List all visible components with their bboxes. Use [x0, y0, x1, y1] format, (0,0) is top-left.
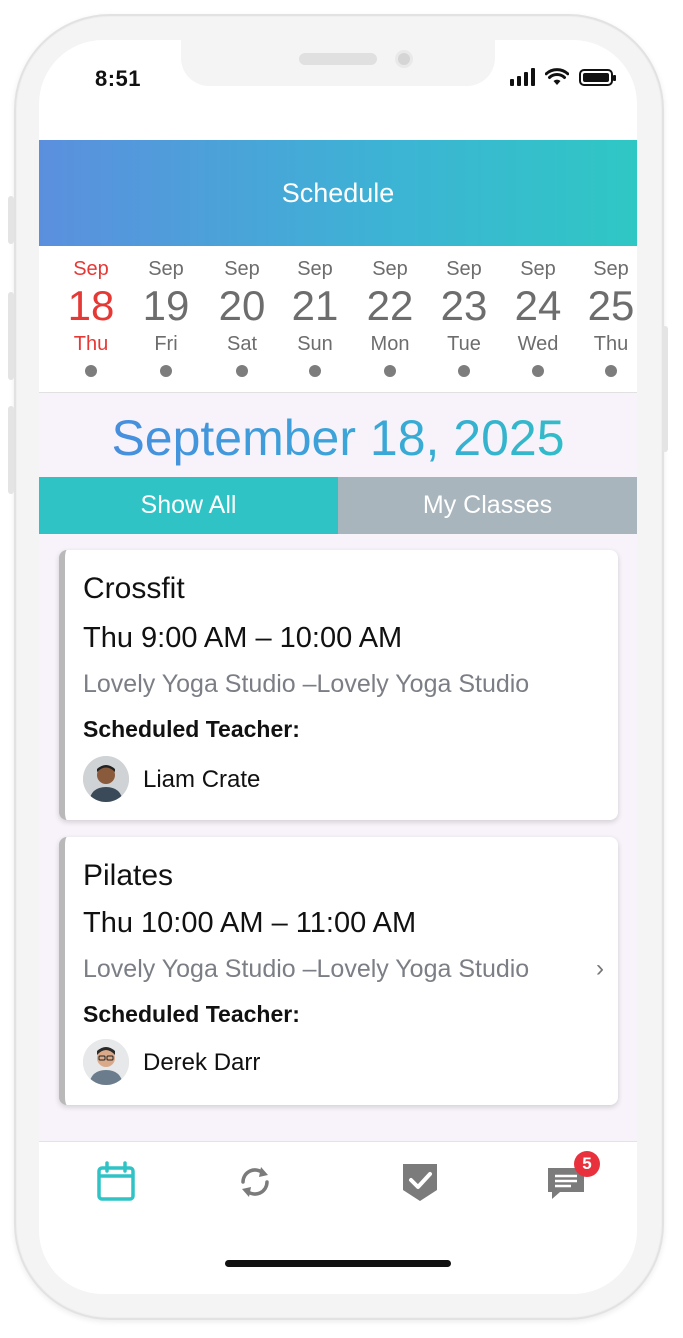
day-item[interactable]: Sep 24 Wed	[501, 258, 575, 377]
notch	[181, 40, 495, 86]
day-weekday: Fri	[154, 333, 178, 355]
event-dot	[309, 365, 321, 377]
day-weekday: Thu	[593, 333, 629, 355]
day-item[interactable]: Sep 23 Tue	[427, 258, 501, 377]
day-number: 24	[514, 282, 562, 329]
wifi-icon	[545, 68, 569, 85]
event-dot	[458, 365, 470, 377]
teacher-avatar	[83, 756, 129, 802]
class-card[interactable]: Pilates Thu 10:00 AM – 11:00 AM Lovely Y…	[59, 837, 618, 1105]
status-icons	[510, 68, 616, 86]
date-strip: Sep 18 Thu Sep 19 Fri Sep 20 Sat Sep 21 …	[39, 246, 637, 393]
signal-icon	[510, 68, 535, 86]
day-item[interactable]: Sep 20 Sat	[205, 258, 279, 377]
day-item[interactable]: Sep 21 Sun	[278, 258, 352, 377]
camera	[395, 50, 413, 68]
check-shield-icon[interactable]	[398, 1160, 442, 1204]
tab-show-all[interactable]: Show All	[39, 477, 338, 534]
day-month: Sep	[148, 258, 184, 280]
day-number: 21	[291, 282, 339, 329]
teacher-avatar	[83, 1039, 129, 1085]
day-item[interactable]: Sep 25 Thu	[574, 258, 637, 377]
app-screen: 8:51 Schedule Sep 18 Thu Sep 19 Fri Sep	[39, 40, 637, 1294]
home-indicator[interactable]	[225, 1260, 451, 1267]
event-dot	[605, 365, 617, 377]
refresh-icon[interactable]	[233, 1160, 277, 1204]
day-month: Sep	[297, 258, 333, 280]
app-header: Schedule	[39, 140, 637, 246]
calendar-icon[interactable]	[94, 1160, 138, 1204]
event-dot	[532, 365, 544, 377]
day-month: Sep	[224, 258, 260, 280]
day-weekday: Thu	[73, 333, 109, 355]
day-month: Sep	[73, 258, 109, 280]
day-month: Sep	[372, 258, 408, 280]
volume-up-button	[8, 292, 14, 380]
teacher-label: Scheduled Teacher:	[83, 716, 300, 742]
teacher-name: Liam Crate	[143, 766, 261, 793]
page-title: Schedule	[281, 177, 395, 208]
teacher-label: Scheduled Teacher:	[83, 1001, 300, 1027]
tab-my-classes[interactable]: My Classes	[338, 477, 637, 534]
class-name: Crossfit	[83, 572, 185, 605]
status-time: 8:51	[95, 66, 142, 91]
volume-down-button	[8, 406, 14, 494]
class-location: Lovely Yoga Studio –Lovely Yoga Studio	[83, 955, 530, 983]
day-weekday: Sun	[297, 333, 333, 355]
mute-switch	[8, 196, 14, 244]
day-month: Sep	[520, 258, 556, 280]
class-time: Thu 9:00 AM – 10:00 AM	[83, 622, 403, 654]
speaker	[299, 53, 377, 65]
battery-icon	[579, 68, 616, 86]
power-button	[662, 326, 668, 452]
day-month: Sep	[593, 258, 629, 280]
day-month: Sep	[446, 258, 482, 280]
class-name: Pilates	[83, 859, 174, 892]
event-dot	[85, 365, 97, 377]
filter-tabs: Show All My Classes	[39, 477, 637, 534]
day-number: 23	[440, 282, 488, 329]
event-dot	[236, 365, 248, 377]
chevron-right-icon[interactable]: ›	[596, 955, 604, 983]
day-number: 18	[67, 282, 115, 329]
day-number: 20	[218, 282, 266, 329]
day-item[interactable]: Sep 22 Mon	[353, 258, 427, 377]
day-number: 25	[587, 282, 635, 329]
day-weekday: Sat	[226, 333, 258, 355]
class-card[interactable]: Crossfit Thu 9:00 AM – 10:00 AM Lovely Y…	[59, 550, 618, 820]
day-weekday: Wed	[517, 333, 559, 355]
event-dot	[384, 365, 396, 377]
day-weekday: Mon	[370, 333, 410, 355]
day-item[interactable]: Sep 19 Fri	[129, 258, 203, 377]
bottom-tab-bar: 5	[39, 1141, 637, 1294]
selected-date-heading: September 18, 2025	[39, 408, 637, 468]
teacher-name: Derek Darr	[143, 1049, 261, 1076]
day-number: 19	[142, 282, 190, 329]
day-number: 22	[366, 282, 414, 329]
day-weekday: Tue	[447, 333, 481, 355]
notification-badge: 5	[574, 1151, 600, 1177]
class-location: Lovely Yoga Studio –Lovely Yoga Studio	[83, 670, 530, 698]
class-time: Thu 10:00 AM – 11:00 AM	[83, 907, 417, 939]
event-dot	[160, 365, 172, 377]
day-item[interactable]: Sep 18 Thu	[54, 258, 128, 377]
